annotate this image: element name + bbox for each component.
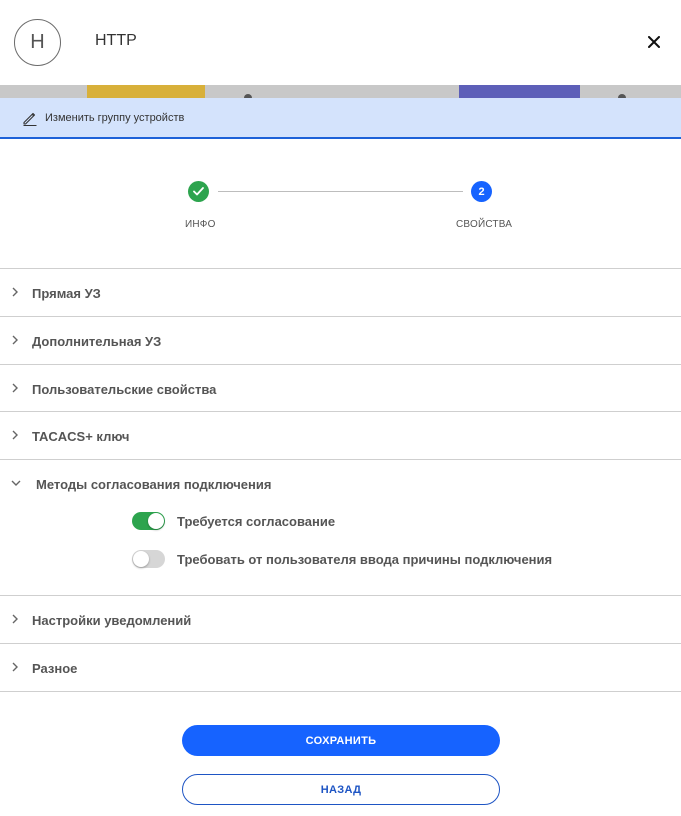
require-reason-toggle[interactable] — [132, 550, 165, 568]
avatar: H — [14, 19, 61, 66]
chevron-right-icon — [12, 335, 18, 345]
section-label: Прямая УЗ — [32, 286, 101, 301]
close-button[interactable] — [641, 29, 667, 55]
toggle-knob — [133, 551, 149, 567]
pencil-icon — [23, 112, 37, 126]
section-direct-account[interactable]: Прямая УЗ — [0, 268, 681, 316]
section-label: Разное — [32, 661, 78, 676]
chevron-right-icon — [12, 430, 18, 440]
step-info-label: ИНФО — [185, 219, 216, 230]
save-button[interactable]: СОХРАНИТЬ — [182, 725, 500, 756]
check-icon — [193, 187, 204, 196]
step-properties-circle[interactable]: 2 — [471, 181, 492, 202]
background-card-yellow — [87, 85, 205, 98]
dialog-header: H HTTP — [0, 0, 681, 85]
background-card-blue — [459, 85, 580, 98]
chevron-right-icon — [12, 287, 18, 297]
background-strip — [0, 85, 681, 98]
step-info-circle[interactable] — [188, 181, 209, 202]
edit-device-group-label: Изменить группу устройств — [45, 112, 185, 124]
chevron-down-icon — [11, 480, 21, 486]
section-additional-account[interactable]: Дополнительная УЗ — [0, 316, 681, 364]
step-properties-label: СВОЙСТВА — [456, 219, 513, 230]
stepper-connector — [218, 191, 463, 192]
approval-required-row: Требуется согласование — [0, 510, 681, 534]
back-button[interactable]: НАЗАД — [182, 774, 500, 805]
chevron-right-icon — [12, 662, 18, 672]
divider — [0, 691, 681, 692]
toggle-knob — [148, 513, 164, 529]
require-reason-row: Требовать от пользователя ввода причины … — [0, 548, 681, 572]
section-label: Дополнительная УЗ — [32, 334, 162, 349]
section-approval-methods[interactable]: Методы согласования подключения — [0, 459, 681, 507]
dialog-title: HTTP — [95, 32, 137, 49]
section-label: Пользовательские свойства — [32, 382, 217, 397]
section-custom-properties[interactable]: Пользовательские свойства — [0, 364, 681, 412]
section-label: TACACS+ ключ — [32, 429, 130, 444]
require-reason-label: Требовать от пользователя ввода причины … — [177, 552, 553, 567]
section-tacacs-key[interactable]: TACACS+ ключ — [0, 411, 681, 459]
section-label: Настройки уведомлений — [32, 613, 192, 628]
chevron-right-icon — [12, 614, 18, 624]
chevron-right-icon — [12, 383, 18, 393]
section-misc[interactable]: Разное — [0, 643, 681, 691]
close-icon — [648, 36, 660, 48]
approval-required-label: Требуется согласование — [177, 514, 336, 529]
edit-device-group-bar[interactable]: Изменить группу устройств — [0, 98, 681, 139]
stepper: 2 ИНФО СВОЙСТВА — [0, 139, 681, 268]
section-notification-settings[interactable]: Настройки уведомлений — [0, 595, 681, 643]
section-label: Методы согласования подключения — [36, 477, 272, 492]
approval-required-toggle[interactable] — [132, 512, 165, 530]
